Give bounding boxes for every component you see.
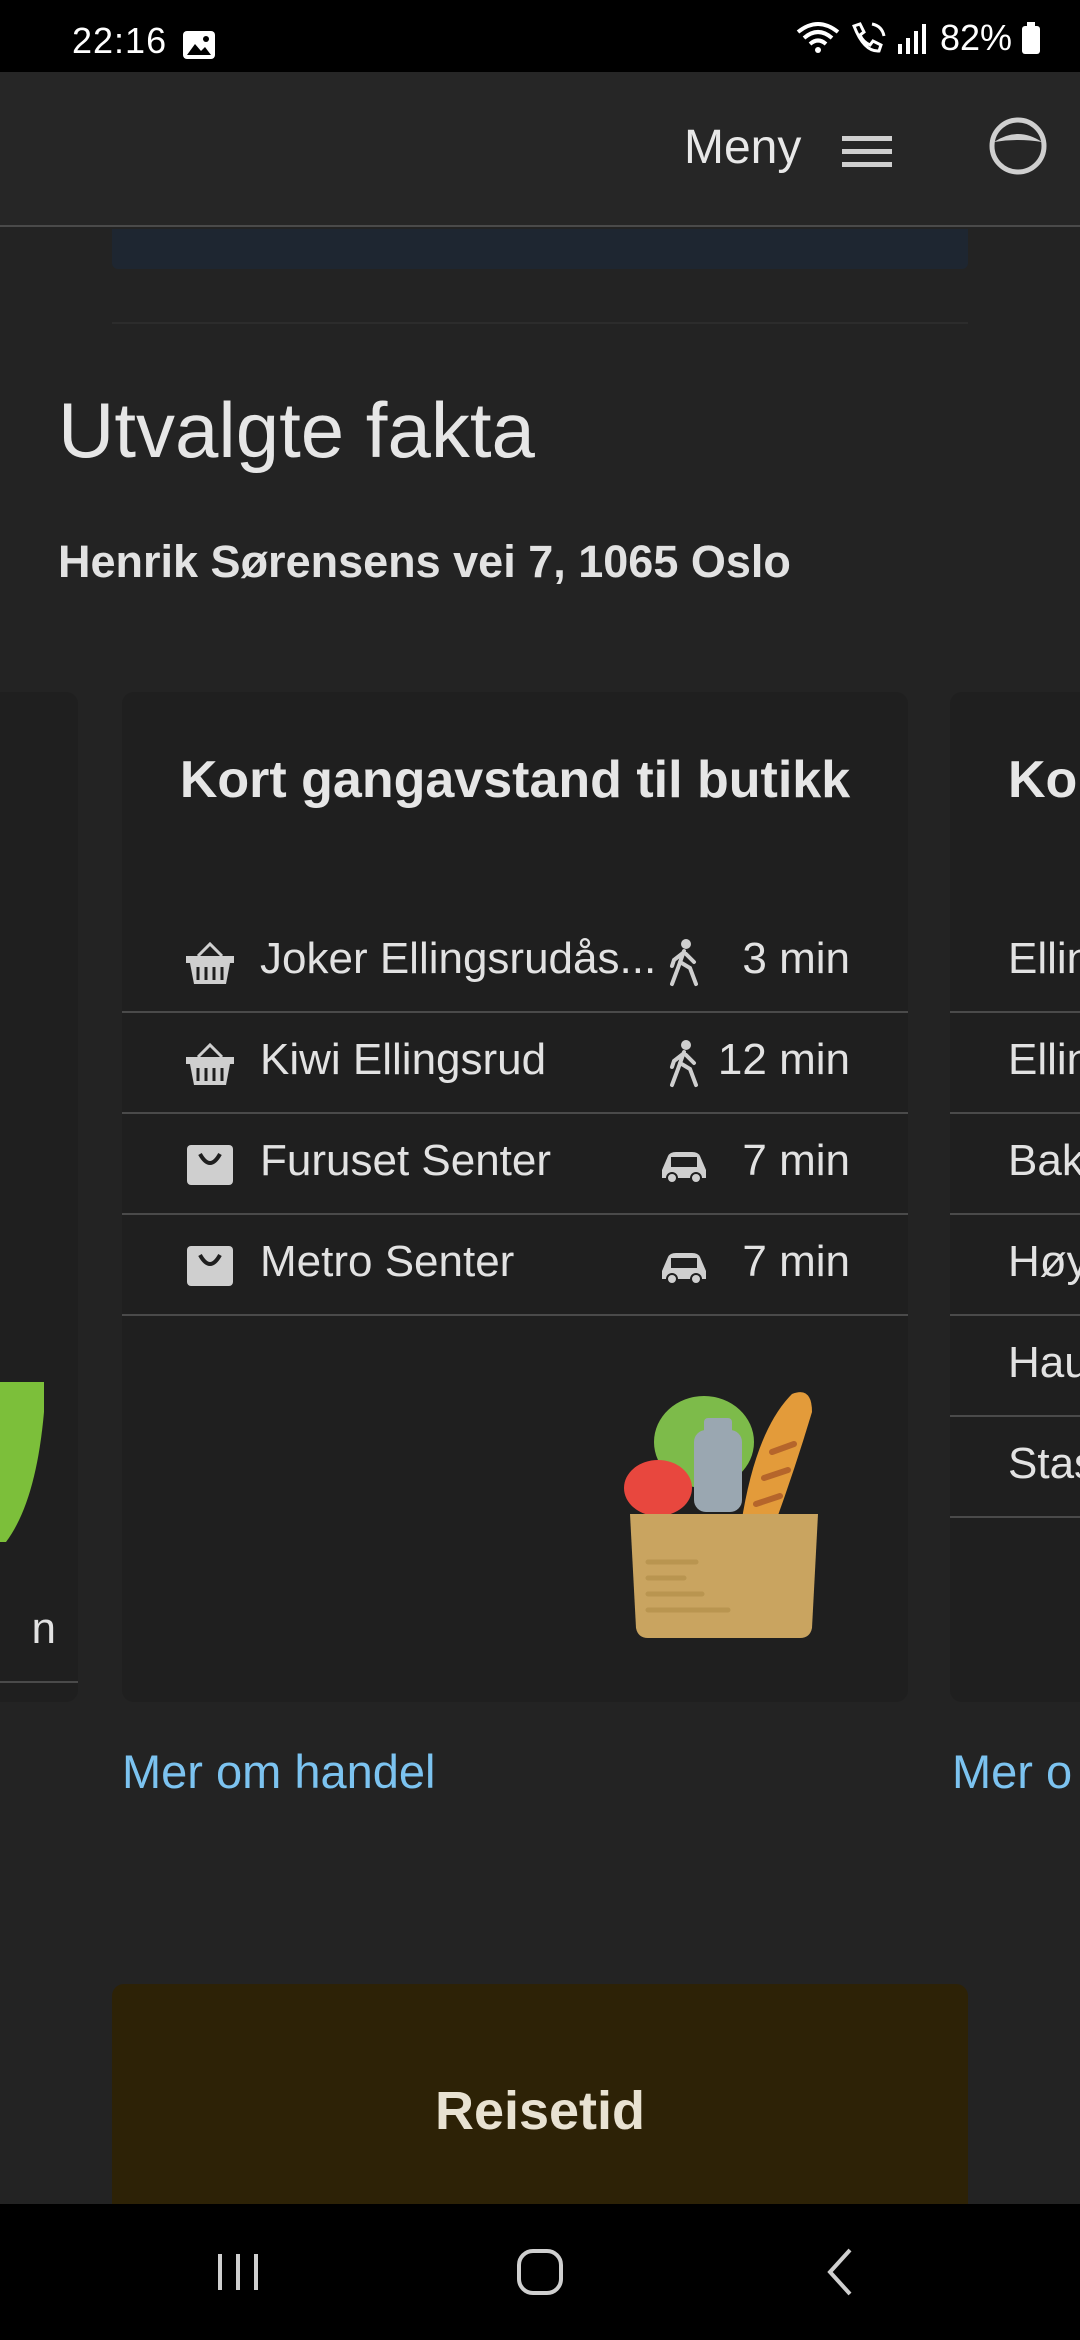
fact-card-next[interactable]: Ko Ellin Ellin Bak Høy Hau Stas (950, 692, 1080, 1702)
car-icon (662, 1253, 706, 1285)
shop-name: Joker Ellingsrudås... (260, 934, 657, 983)
more-about-shopping-link[interactable]: Mer om handel (122, 1744, 436, 1799)
list-item: Bak (950, 1114, 1080, 1215)
table-row: Joker Ellingsrudås... 3 min (122, 912, 908, 1013)
status-bar: 22:16 82% (0, 0, 1080, 72)
card-title: Kort gangavstand til butikk (179, 751, 851, 809)
list-item: n (0, 1685, 78, 1702)
table-row: Metro Senter 7 min (122, 1215, 908, 1316)
list-item: Hau (950, 1316, 1080, 1417)
home-icon[interactable] (510, 2242, 570, 2302)
table-row: Furuset Senter 7 min (122, 1114, 908, 1215)
list-item: Høy (950, 1215, 1080, 1316)
battery-icon (1022, 22, 1040, 54)
divider (112, 322, 968, 324)
shop-name: Metro Senter (260, 1237, 515, 1286)
wifi-calling-icon (851, 22, 886, 53)
wifi-icon (796, 22, 840, 53)
gallery-notification-icon (183, 31, 215, 59)
travel-time-card[interactable]: Reisetid (112, 1984, 968, 2204)
more-link-next-card[interactable]: Mer o (952, 1744, 1072, 1799)
list-item: Ellin (950, 1013, 1080, 1114)
profile-avatar-icon[interactable] (988, 116, 1048, 176)
shop-name: Furuset Senter (260, 1136, 552, 1185)
walk-icon (670, 1040, 698, 1087)
battery-percent: 82% (939, 17, 1012, 58)
hamburger-menu-icon[interactable] (840, 132, 894, 172)
fact-card-shops[interactable]: Kort gangavstand til butikk Joker Elling… (122, 692, 908, 1702)
list-item: Stas (950, 1417, 1080, 1518)
travel-time: 7 min (742, 1136, 850, 1185)
card-title: Ko (1008, 751, 1078, 809)
car-icon (662, 1152, 706, 1184)
basket-icon (186, 1042, 234, 1085)
list-item: Ellin (950, 912, 1080, 1013)
travel-time: 7 min (742, 1237, 850, 1286)
travel-time: 3 min (742, 934, 850, 983)
shopping-bag-icon (187, 1246, 233, 1286)
shopping-bag-icon (187, 1145, 233, 1185)
system-navigation-bar (0, 2204, 1080, 2340)
status-time: 22:16 (72, 20, 168, 61)
walk-icon (670, 939, 698, 986)
section-title: Utvalgte fakta (58, 386, 535, 474)
signal-icon (897, 24, 926, 54)
green-illustration (0, 1382, 44, 1542)
list-item: n (0, 1582, 78, 1683)
address: Henrik Sørensens vei 7, 1065 Oslo (58, 536, 791, 587)
table-row: Kiwi Ellingsrud 12 min (122, 1013, 908, 1114)
menu-label[interactable]: Meny (684, 120, 801, 175)
grocery-bag-illustration (624, 1392, 818, 1638)
previous-section-bottom (112, 229, 968, 269)
fact-card-previous[interactable]: n n n (0, 692, 78, 1702)
basket-icon (186, 941, 234, 984)
shop-name: Kiwi Ellingsrud (260, 1035, 547, 1084)
status-icons: 82% (796, 17, 1042, 58)
travel-time-title: Reisetid (434, 2081, 646, 2141)
back-icon[interactable] (812, 2242, 872, 2302)
site-header: Meny (0, 72, 1080, 227)
recent-apps-icon[interactable] (208, 2242, 268, 2302)
travel-time: 12 min (717, 1035, 850, 1084)
